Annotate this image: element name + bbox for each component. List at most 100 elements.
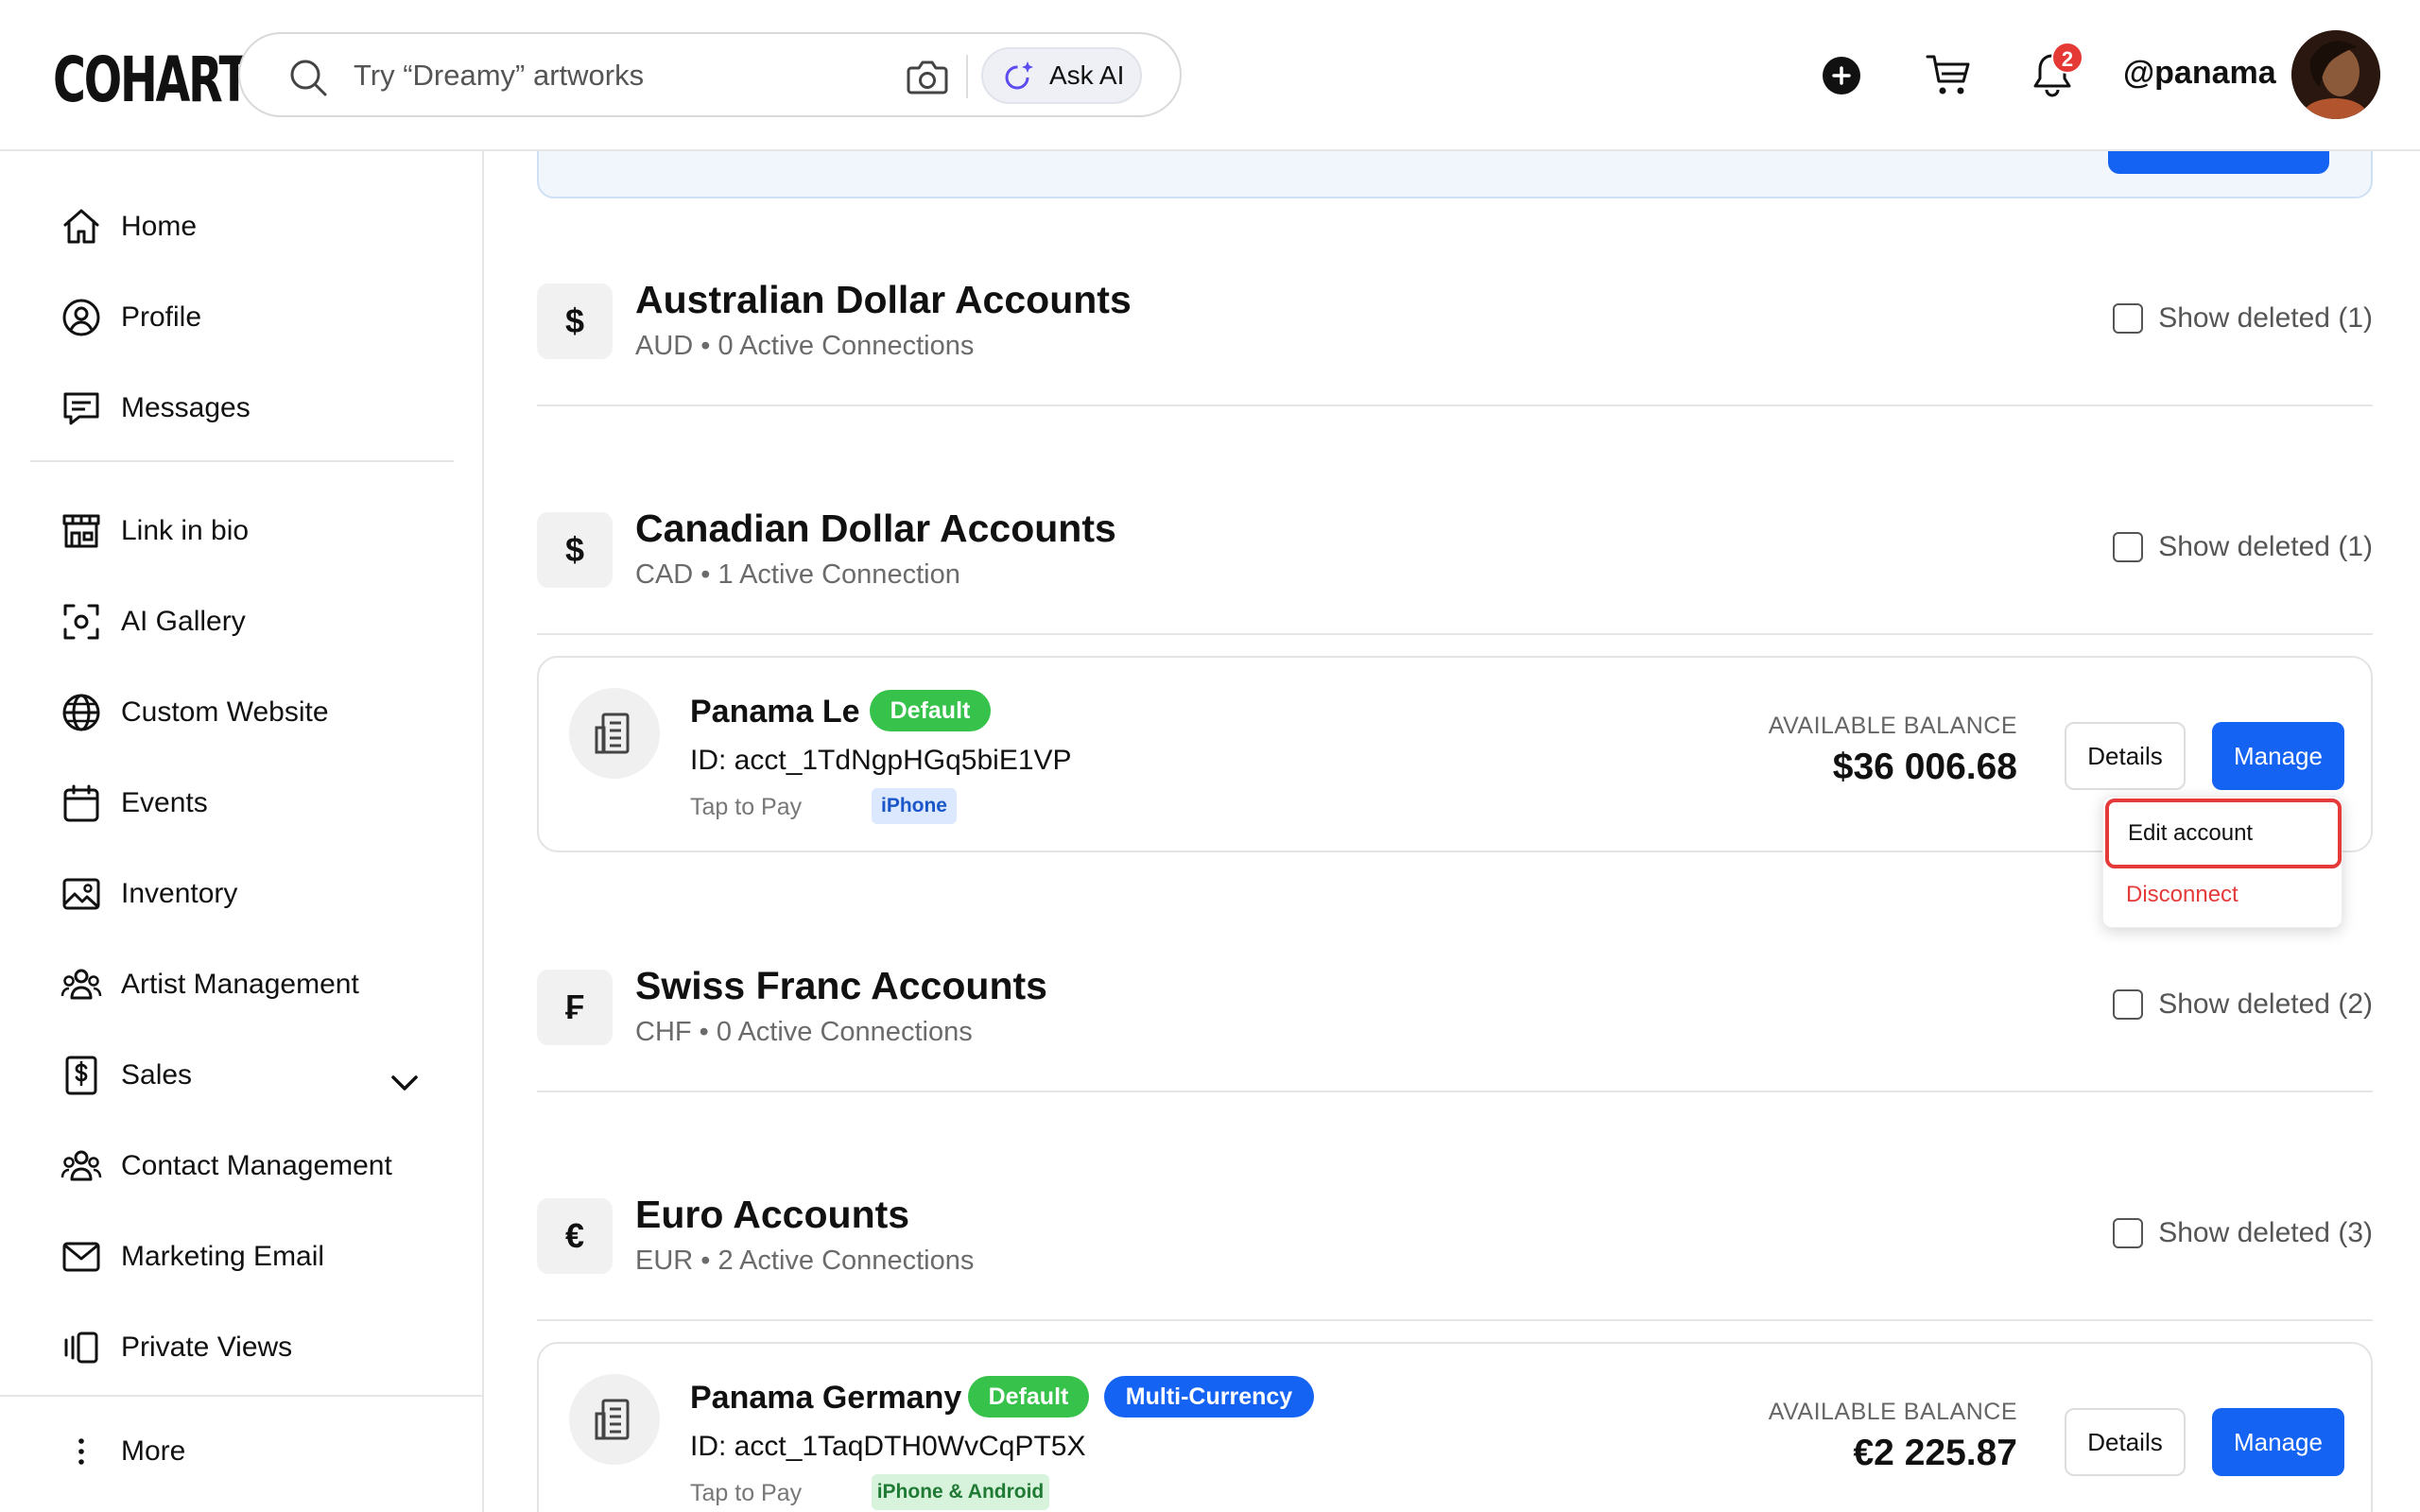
sidebar-item-messages[interactable]: Messages: [60, 380, 439, 437]
sidebar-item-label: Home: [121, 211, 198, 242]
sidebar-item-contact-management[interactable]: Contact Management: [60, 1138, 439, 1194]
section-subtitle: AUD • 0 Active Connections: [635, 331, 975, 361]
sidebar-item-sales[interactable]: Sales: [60, 1047, 439, 1104]
manage-button[interactable]: Manage: [2212, 722, 2344, 790]
create-button[interactable]: [1823, 57, 1860, 94]
sidebar-item-events[interactable]: Events: [60, 775, 439, 832]
tap-to-pay-label: Tap to Pay: [690, 1480, 803, 1506]
bank-avatar: [569, 688, 660, 779]
sidebar-item-more[interactable]: More: [60, 1423, 439, 1480]
show-deleted-label: Show deleted (1): [2158, 531, 2373, 562]
username[interactable]: @panama: [2123, 55, 2276, 92]
balance-label: AVAILABLE BALANCE: [1768, 713, 2017, 739]
details-button[interactable]: Details: [2065, 1408, 2186, 1476]
show-deleted-checkbox[interactable]: [2113, 1218, 2144, 1248]
sidebar-item-label: Private Views: [121, 1332, 293, 1363]
search-bar[interactable]: Ask AI: [238, 32, 1182, 117]
sidebar-item-artist-management[interactable]: Artist Management: [60, 956, 439, 1013]
section-title: Swiss Franc Accounts: [635, 964, 1047, 1007]
default-badge: Default: [968, 1376, 1089, 1418]
account-id: ID: acct_1TdNgpHGq5biE1VP: [690, 745, 1072, 776]
multi-currency-badge: Multi-Currency: [1104, 1376, 1314, 1418]
sidebar-item-label: Events: [121, 787, 208, 818]
camera-icon[interactable]: [906, 57, 949, 96]
show-deleted-checkbox[interactable]: [2113, 989, 2144, 1020]
sidebar-item-label: Messages: [121, 392, 251, 423]
sidebar-item-label: Inventory: [121, 878, 238, 909]
device-chip: iPhone & Android: [872, 1474, 1049, 1510]
sidebar-divider: [30, 460, 454, 462]
cohart-logo[interactable]: COHART: [53, 43, 250, 116]
section-divider: [537, 1091, 2373, 1092]
private-views-icon: [64, 1332, 98, 1364]
bank-avatar: [569, 1374, 660, 1465]
info-banner: [537, 151, 2373, 198]
show-deleted-checkbox[interactable]: [2113, 303, 2144, 334]
more-vertical-icon: [78, 1438, 84, 1465]
section-title: Euro Accounts: [635, 1193, 910, 1236]
globe-icon: [62, 694, 100, 731]
show-deleted-toggle[interactable]: Show deleted (1): [2113, 531, 2373, 563]
sidebar-item-link-in-bio[interactable]: Link in bio: [60, 503, 439, 559]
search-divider: [966, 55, 968, 98]
ask-ai-label: Ask AI: [1049, 60, 1125, 90]
ai-sparkle-icon: [1005, 61, 1033, 90]
bank-building-icon: [595, 1399, 630, 1440]
balance-value: $36 006.68: [1832, 747, 2017, 787]
sidebar-item-label: Artist Management: [121, 969, 359, 1000]
people-icon: [60, 969, 102, 1000]
franc-icon: ₣: [537, 970, 613, 1045]
section-divider: [537, 1319, 2373, 1321]
avatar-image: [2291, 30, 2380, 119]
account-name: Panama Le: [690, 694, 860, 730]
show-deleted-label: Show deleted (3): [2158, 1217, 2373, 1248]
sidebar-item-label: Contact Management: [121, 1150, 392, 1181]
sidebar-item-label: Custom Website: [121, 696, 329, 728]
sidebar-more-label: More: [121, 1435, 186, 1467]
sidebar-item-ai-gallery[interactable]: AI Gallery: [60, 593, 439, 650]
sidebar-item-home[interactable]: Home: [60, 198, 439, 255]
sidebar-item-marketing-email[interactable]: Marketing Email: [60, 1228, 439, 1285]
sidebar-item-private-views[interactable]: Private Views: [60, 1319, 439, 1376]
manage-button[interactable]: Manage: [2212, 1408, 2344, 1476]
default-badge: Default: [870, 690, 991, 731]
balance-label: AVAILABLE BALANCE: [1768, 1399, 2017, 1425]
section-title: Canadian Dollar Accounts: [635, 507, 1116, 550]
show-deleted-toggle[interactable]: Show deleted (2): [2113, 988, 2373, 1021]
device-chip: iPhone: [872, 788, 957, 824]
sidebar-item-inventory[interactable]: Inventory: [60, 866, 439, 922]
sidebar-item-label: Link in bio: [121, 515, 250, 546]
disconnect-menu-item[interactable]: Disconnect: [2126, 882, 2238, 908]
storefront-icon: [62, 514, 100, 548]
show-deleted-toggle[interactable]: Show deleted (3): [2113, 1217, 2373, 1249]
cart-icon[interactable]: [1925, 53, 1972, 96]
profile-icon: [62, 299, 100, 336]
section-divider: [537, 404, 2373, 406]
main-content: $ Australian Dollar Accounts AUD • 0 Act…: [486, 151, 2420, 1512]
section-subtitle: CAD • 1 Active Connection: [635, 559, 960, 590]
avatar[interactable]: [2291, 30, 2380, 119]
search-icon: [290, 60, 327, 96]
dollar-icon: $: [537, 512, 613, 588]
mail-icon: [62, 1242, 100, 1272]
show-deleted-checkbox[interactable]: [2113, 532, 2144, 562]
dollar-doc-icon: [65, 1056, 97, 1095]
edit-account-menu-item[interactable]: Edit account: [2105, 799, 2342, 868]
plus-icon: [1832, 66, 1851, 85]
manage-dropdown-menu: Edit account Disconnect: [2102, 796, 2342, 928]
show-deleted-toggle[interactable]: Show deleted (1): [2113, 302, 2373, 335]
sidebar: Home Profile Messages Link in bio AI Gal…: [0, 151, 484, 1512]
ask-ai-button[interactable]: Ask AI: [981, 47, 1142, 104]
sidebar-item-custom-website[interactable]: Custom Website: [60, 684, 439, 741]
account-card: Panama Le Default ID: acct_1TdNgpHGq5biE…: [537, 656, 2373, 852]
bank-building-icon: [595, 713, 630, 754]
currency-section-chf: ₣ Swiss Franc Accounts CHF • 0 Active Co…: [537, 964, 2373, 1153]
notification-badge: 2: [2051, 42, 2083, 74]
ai-gallery-icon: [63, 604, 99, 640]
messages-icon: [63, 392, 99, 425]
chevron-down-icon[interactable]: [388, 1066, 422, 1100]
euro-icon: €: [537, 1198, 613, 1274]
sidebar-item-profile[interactable]: Profile: [60, 289, 439, 346]
banner-button[interactable]: [2108, 151, 2329, 174]
details-button[interactable]: Details: [2065, 722, 2186, 790]
